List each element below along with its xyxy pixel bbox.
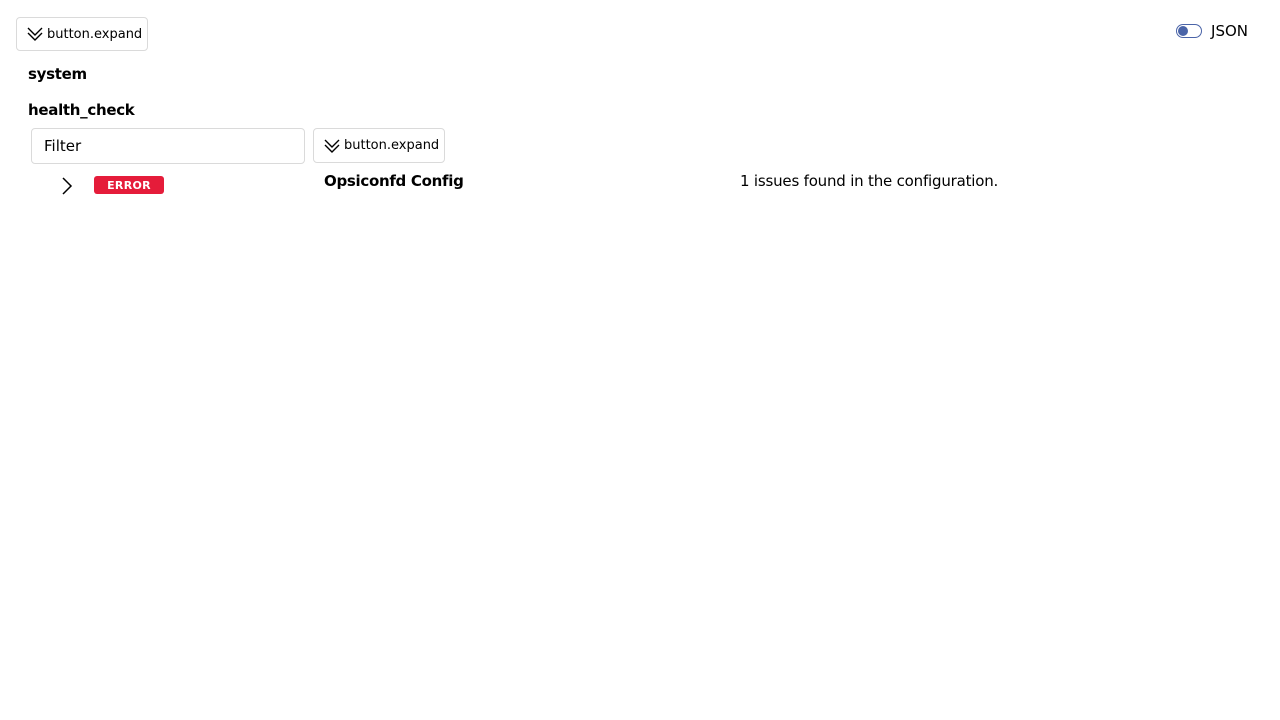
health-check-page: button.expand JSON system health_check b… bbox=[0, 0, 1280, 720]
result-title: Opsiconfd Config bbox=[324, 172, 464, 190]
expand-all-button[interactable]: button.expand bbox=[16, 17, 148, 51]
json-toggle-group: JSON bbox=[1176, 22, 1248, 40]
toggle-knob bbox=[1178, 26, 1189, 36]
expand-results-button[interactable]: button.expand bbox=[313, 128, 445, 163]
result-row: ERROR Opsiconfd Config 1 issues found in… bbox=[0, 170, 1280, 200]
status-badge: ERROR bbox=[94, 176, 164, 194]
expand-all-button-label: button.expand bbox=[47, 26, 143, 42]
section-heading-health-check: health_check bbox=[28, 101, 135, 119]
json-toggle-switch[interactable] bbox=[1176, 24, 1203, 38]
filter-input[interactable] bbox=[31, 128, 305, 164]
double-chevron-down-icon bbox=[323, 137, 341, 155]
result-message: 1 issues found in the configuration. bbox=[740, 172, 999, 190]
double-chevron-down-icon bbox=[26, 25, 44, 43]
chevron-right-icon[interactable] bbox=[58, 176, 76, 196]
json-toggle-label: JSON bbox=[1211, 22, 1248, 40]
section-heading-system: system bbox=[28, 65, 87, 83]
expand-results-button-label: button.expand bbox=[344, 138, 440, 153]
